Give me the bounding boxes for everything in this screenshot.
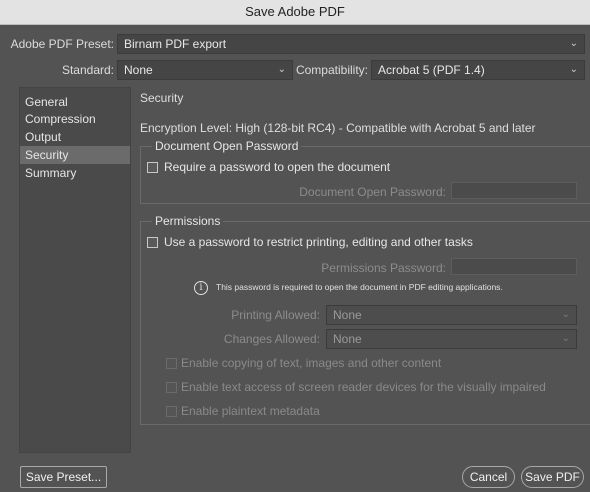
enable-plaintext-metadata-checkbox[interactable]: [166, 406, 177, 417]
restrict-permissions-checkbox[interactable]: [147, 237, 158, 248]
sidebar: General Compression Output Security Summ…: [19, 87, 131, 453]
open-password-field[interactable]: [451, 182, 577, 199]
enable-plaintext-metadata-label: Enable plaintext metadata: [181, 404, 320, 418]
sidebar-item-general[interactable]: General: [20, 93, 130, 111]
chevron-down-icon: ⌄: [561, 333, 570, 344]
preset-select[interactable]: Birnam PDF export ⌄: [117, 34, 585, 54]
permissions-group-title: Permissions: [152, 214, 224, 228]
preset-value: Birnam PDF export: [124, 37, 227, 51]
sidebar-item-summary[interactable]: Summary: [20, 164, 130, 182]
standard-label: Standard:: [61, 63, 114, 77]
restrict-permissions-label: Use a password to restrict printing, edi…: [164, 235, 473, 249]
open-password-group-title: Document Open Password: [152, 139, 302, 153]
printing-allowed-label: Printing Allowed:: [231, 308, 320, 322]
chevron-down-icon: ⌄: [277, 64, 286, 75]
sidebar-item-security[interactable]: Security: [20, 146, 130, 164]
printing-allowed-select[interactable]: None ⌄: [326, 305, 577, 325]
changes-allowed-value: None: [333, 332, 362, 346]
info-icon: i: [194, 281, 208, 295]
standard-value: None: [124, 63, 153, 77]
preset-label: Adobe PDF Preset:: [10, 37, 114, 51]
encryption-level: Encryption Level: High (128-bit RC4) - C…: [140, 121, 536, 135]
save-pdf-button[interactable]: Save PDF: [521, 466, 584, 488]
open-password-label: Document Open Password:: [299, 185, 446, 199]
chevron-down-icon: ⌄: [561, 309, 570, 320]
sidebar-item-compression[interactable]: Compression: [20, 110, 130, 128]
panel-title: Security: [140, 91, 184, 105]
compatibility-select[interactable]: Acrobat 5 (PDF 1.4) ⌄: [371, 60, 585, 80]
changes-allowed-select[interactable]: None ⌄: [326, 329, 577, 349]
cancel-button[interactable]: Cancel: [462, 466, 515, 488]
window-title: Save Adobe PDF: [0, 0, 590, 25]
enable-screen-reader-checkbox[interactable]: [166, 382, 177, 393]
require-password-label: Require a password to open the document: [164, 160, 391, 174]
printing-allowed-value: None: [333, 308, 362, 322]
enable-copying-checkbox[interactable]: [166, 358, 177, 369]
chevron-down-icon: ⌄: [569, 64, 578, 75]
save-preset-button[interactable]: Save Preset...: [20, 466, 107, 488]
compatibility-value: Acrobat 5 (PDF 1.4): [378, 63, 485, 77]
require-password-checkbox[interactable]: [147, 162, 158, 173]
standard-select[interactable]: None ⌄: [117, 60, 293, 80]
permissions-info-text: This password is required to open the do…: [216, 282, 503, 292]
sidebar-item-output[interactable]: Output: [20, 128, 130, 146]
chevron-down-icon: ⌄: [569, 38, 578, 49]
enable-screen-reader-label: Enable text access of screen reader devi…: [181, 380, 546, 394]
changes-allowed-label: Changes Allowed:: [223, 332, 320, 346]
compatibility-label: Compatibility:: [295, 63, 368, 77]
permissions-password-field[interactable]: [451, 258, 577, 275]
enable-copying-label: Enable copying of text, images and other…: [181, 356, 442, 370]
permissions-password-label: Permissions Password:: [321, 261, 446, 275]
